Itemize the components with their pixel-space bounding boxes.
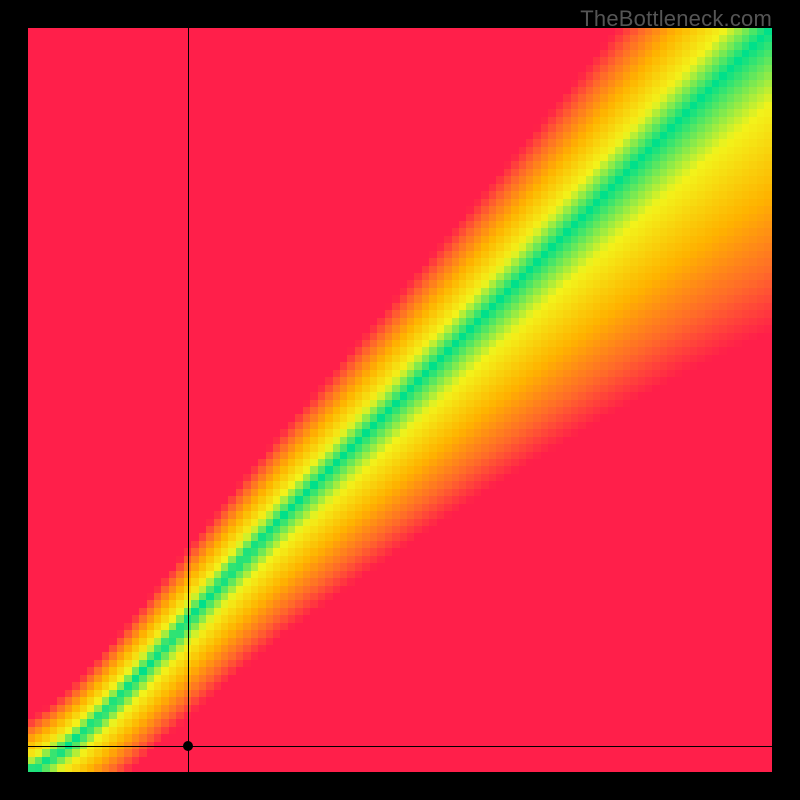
crosshair-horizontal — [28, 746, 772, 748]
crosshair-point — [183, 741, 193, 751]
crosshair-vertical — [188, 28, 190, 772]
chart-frame: TheBottleneck.com — [0, 0, 800, 800]
watermark-text: TheBottleneck.com — [580, 6, 772, 32]
heatmap-canvas — [28, 28, 772, 772]
